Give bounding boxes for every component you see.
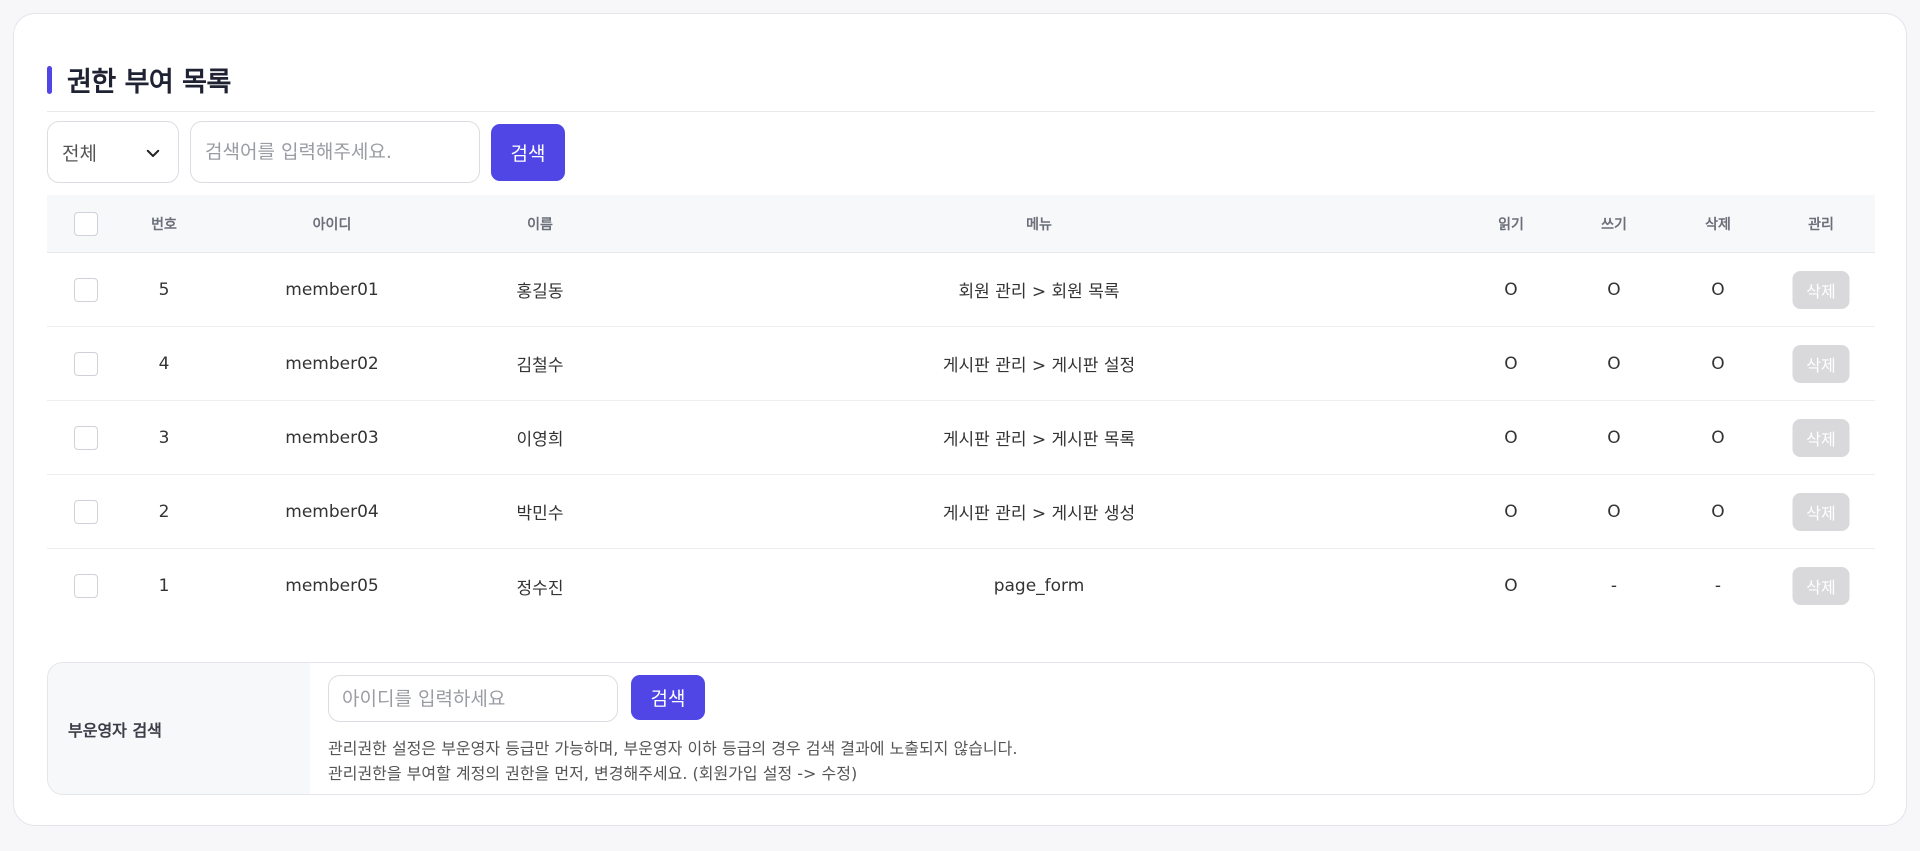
- cell-delete: O: [1711, 427, 1725, 448]
- filter-select-value: 전체: [62, 142, 97, 165]
- row-action-cell: 삭제: [1792, 327, 1850, 400]
- cell-read: O: [1504, 576, 1518, 596]
- row-checkbox[interactable]: [74, 425, 98, 450]
- cell-name: 이영희: [516, 430, 564, 450]
- cell-write: O: [1607, 279, 1621, 300]
- cell-read: O: [1504, 501, 1518, 522]
- cell-write: -: [1610, 576, 1618, 596]
- row-checkbox[interactable]: [74, 277, 98, 302]
- row-action-cell: 삭제: [1792, 549, 1850, 623]
- table-row: 3 member03 이영희 게시판 관리 > 게시판 목록 O O O 삭제: [47, 401, 1875, 475]
- cell-delete: O: [1711, 501, 1725, 522]
- admin-id-input[interactable]: [328, 675, 618, 722]
- cell-menu: 게시판 관리 > 게시판 생성: [942, 504, 1136, 524]
- cell-name: 정수진: [516, 578, 564, 599]
- cell-id: member04: [285, 501, 379, 522]
- row-checkbox-cell: [74, 549, 98, 623]
- delete-button[interactable]: 삭제: [1792, 492, 1850, 531]
- select-all-cell: [74, 195, 98, 252]
- cell-menu: 게시판 관리 > 게시판 설정: [942, 356, 1136, 376]
- table-row: 1 member05 정수진 page_form O - - 삭제: [47, 549, 1875, 623]
- cell-no: 1: [158, 576, 170, 596]
- cell-menu: page_form: [993, 576, 1085, 596]
- admin-search-button[interactable]: 검색: [631, 675, 705, 720]
- header-menu: 메뉴: [1026, 216, 1052, 233]
- page-title: 권한 부여 목록: [67, 67, 231, 98]
- row-checkbox-cell: [74, 327, 98, 400]
- row-checkbox[interactable]: [74, 499, 98, 524]
- row-action-cell: 삭제: [1792, 401, 1850, 474]
- cell-write: O: [1607, 427, 1621, 448]
- title-accent-bar: [47, 66, 52, 94]
- header-no: 번호: [151, 216, 177, 233]
- cell-read: O: [1504, 427, 1518, 448]
- header-delete: 삭제: [1705, 216, 1731, 233]
- cell-delete: -: [1714, 576, 1722, 596]
- search-button[interactable]: 검색: [491, 124, 565, 181]
- permission-table: 번호 아이디 이름 메뉴 읽기 쓰기 삭제 관리 5 member01 홍길동 …: [47, 195, 1875, 623]
- cell-delete: O: [1711, 353, 1725, 374]
- table-header: 번호 아이디 이름 메뉴 읽기 쓰기 삭제 관리: [47, 195, 1875, 253]
- cell-id: member03: [285, 427, 379, 448]
- table-row: 4 member02 김철수 게시판 관리 > 게시판 설정 O O O 삭제: [47, 327, 1875, 401]
- cell-no: 3: [158, 427, 170, 448]
- row-action-cell: 삭제: [1792, 253, 1850, 326]
- title-row: 권한 부여 목록: [47, 50, 1875, 112]
- permission-card: 권한 부여 목록 전체 검색 번호 아이디 이름 메뉴 읽기 쓰기 삭제 관리: [13, 13, 1907, 826]
- cell-id: member01: [285, 279, 379, 300]
- header-manage: 관리: [1808, 216, 1834, 233]
- cell-name: 박민수: [516, 504, 564, 524]
- select-all-checkbox[interactable]: [74, 211, 98, 236]
- cell-id: member02: [285, 353, 379, 374]
- delete-button[interactable]: 삭제: [1792, 567, 1850, 605]
- table-row: 5 member01 홍길동 회원 관리 > 회원 목록 O O O 삭제: [47, 253, 1875, 327]
- cell-no: 2: [158, 501, 170, 522]
- sub-admin-search-label: 부운영자 검색: [48, 663, 310, 794]
- header-id: 아이디: [312, 216, 352, 233]
- cell-write: O: [1607, 353, 1621, 374]
- cell-delete: O: [1711, 279, 1725, 300]
- admin-note-line2: 관리권한을 부여할 계정의 권한을 먼저, 변경해주세요. (회원가입 설정 -…: [328, 764, 858, 783]
- search-input[interactable]: [190, 121, 480, 183]
- header-write: 쓰기: [1601, 216, 1627, 233]
- cell-id: member05: [285, 576, 379, 596]
- cell-menu: 회원 관리 > 회원 목록: [958, 282, 1120, 302]
- admin-note-line1: 관리권한 설정은 부운영자 등급만 가능하며, 부운영자 이하 등급의 경우 검…: [328, 739, 1018, 758]
- cell-name: 김철수: [516, 356, 564, 376]
- chevron-down-icon: [146, 149, 160, 157]
- table-row: 2 member04 박민수 게시판 관리 > 게시판 생성 O O O 삭제: [47, 475, 1875, 549]
- cell-name: 홍길동: [516, 282, 564, 302]
- delete-button[interactable]: 삭제: [1792, 344, 1850, 383]
- cell-read: O: [1504, 279, 1518, 300]
- cell-no: 4: [158, 353, 170, 374]
- delete-button[interactable]: 삭제: [1792, 270, 1850, 309]
- row-action-cell: 삭제: [1792, 475, 1850, 548]
- cell-menu: 게시판 관리 > 게시판 목록: [942, 430, 1136, 450]
- filter-toolbar: 전체 검색: [47, 121, 647, 183]
- sub-admin-search-box: 부운영자 검색 검색 관리권한 설정은 부운영자 등급만 가능하며, 부운영자 …: [47, 662, 1875, 795]
- header-name: 이름: [527, 216, 553, 233]
- row-checkbox[interactable]: [74, 351, 98, 376]
- cell-read: O: [1504, 353, 1518, 374]
- filter-select[interactable]: 전체: [47, 121, 179, 183]
- header-read: 읽기: [1498, 216, 1524, 233]
- row-checkbox-cell: [74, 401, 98, 474]
- row-checkbox[interactable]: [74, 574, 98, 598]
- cell-no: 5: [158, 279, 170, 300]
- cell-write: O: [1607, 501, 1621, 522]
- delete-button[interactable]: 삭제: [1792, 418, 1850, 457]
- row-checkbox-cell: [74, 253, 98, 326]
- row-checkbox-cell: [74, 475, 98, 548]
